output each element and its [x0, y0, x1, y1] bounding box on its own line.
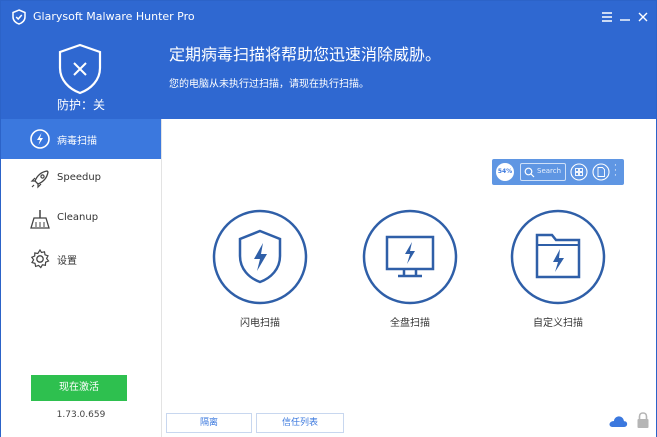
window-title: Glarysoft Malware Hunter Pro [33, 10, 195, 23]
sidebar-item-label: 设置 [57, 256, 77, 267]
sidebar-item-label: 病毒扫描 [57, 136, 97, 147]
monitor-bolt-icon [362, 209, 458, 305]
sidebar-item-label: Cleanup [57, 212, 99, 223]
rocket-icon [30, 170, 49, 189]
shield-logo-icon [12, 9, 26, 25]
scan-option-label: 自定义扫描 [533, 318, 583, 329]
gear-icon [30, 248, 50, 269]
quick-scan-option[interactable]: 闪电扫描 [212, 209, 312, 329]
sidebar-item-settings[interactable]: 设置 [1, 239, 161, 279]
version-label: 1.73.0.659 [56, 410, 106, 420]
trust-list-button[interactable]: 信任列表 [256, 413, 344, 433]
app-window: Glarysoft Malware Hunter Pro 防护：关 定期病毒扫描… [0, 0, 657, 437]
document-icon[interactable] [592, 163, 610, 181]
sidebar-item-virus-scan[interactable]: 病毒扫描 [1, 119, 161, 159]
header-headline: 定期病毒扫描将帮助您迅速消除威胁。 [169, 45, 442, 64]
close-button[interactable] [633, 7, 653, 27]
more-icon[interactable]: · · · [614, 162, 618, 181]
status-header: 防护：关 定期病毒扫描将帮助您迅速消除威胁。 您的电脑从未执行过扫描，请现在执行… [1, 33, 656, 119]
protection-status: 防护：关 [56, 98, 105, 112]
main-panel: 54% Search · · · 闪电扫描 全盘扫描 自定义扫描 隔离 信任列表 [162, 119, 656, 437]
scan-option-label: 闪电扫描 [240, 318, 280, 329]
folder-bolt-icon [510, 209, 606, 305]
quarantine-button[interactable]: 隔离 [166, 413, 252, 433]
search-button[interactable]: Search [520, 163, 566, 181]
progress-badge[interactable]: 54% [496, 163, 514, 181]
lock-icon[interactable] [636, 411, 650, 429]
search-label: Search [537, 167, 562, 175]
cloud-icon[interactable] [608, 413, 628, 429]
broom-icon [30, 210, 50, 229]
minimize-button[interactable] [615, 7, 635, 27]
scan-option-label: 全盘扫描 [390, 318, 430, 329]
scan-bolt-icon [30, 129, 50, 149]
custom-scan-option[interactable]: 自定义扫描 [510, 209, 610, 329]
shield-x-icon [58, 43, 102, 95]
header-subline: 您的电脑从未执行过扫描，请现在执行扫描。 [169, 79, 369, 90]
sidebar-item-cleanup[interactable]: Cleanup [1, 199, 161, 239]
grid-icon[interactable] [570, 163, 588, 181]
title-bar[interactable]: Glarysoft Malware Hunter Pro [1, 1, 656, 33]
sidebar-item-label: Speedup [57, 172, 102, 183]
full-scan-option[interactable]: 全盘扫描 [362, 209, 462, 329]
activate-now-button[interactable]: 现在激活 [31, 375, 127, 401]
shield-bolt-icon [212, 209, 308, 305]
sidebar-item-speedup[interactable]: Speedup [1, 159, 161, 199]
floating-toolbar: 54% Search · · · [492, 159, 624, 185]
sidebar: 病毒扫描 Speedup Cleanup 设置 现在激活 1.73.0.659 [1, 119, 162, 437]
menu-icon[interactable] [597, 7, 617, 27]
search-icon [524, 167, 535, 178]
